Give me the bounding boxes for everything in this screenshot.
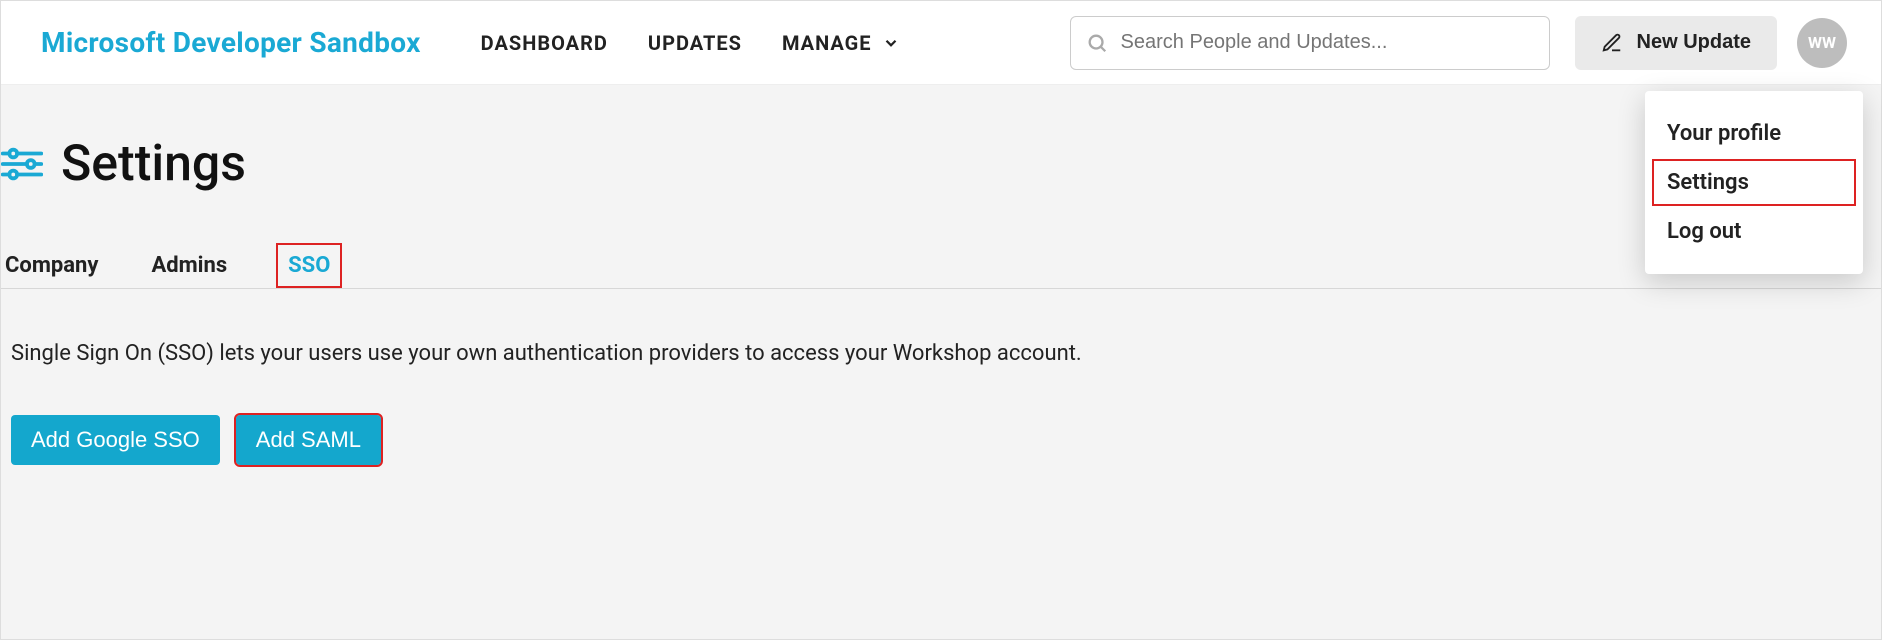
nav-dashboard[interactable]: DASHBOARD	[481, 31, 608, 55]
nav-manage[interactable]: MANAGE	[782, 31, 900, 55]
search-input[interactable]	[1070, 16, 1550, 70]
settings-tabs: Company Admins SSO	[1, 243, 1881, 289]
page-title-row: Settings	[1, 85, 1881, 223]
dropdown-your-profile[interactable]: Your profile	[1645, 109, 1863, 158]
brand-link[interactable]: Microsoft Developer Sandbox	[41, 26, 421, 59]
nav-manage-label: MANAGE	[782, 31, 872, 55]
sso-section: Single Sign On (SSO) lets your users use…	[1, 289, 1881, 465]
pen-icon	[1601, 32, 1623, 54]
search-wrap	[1070, 16, 1550, 70]
content: Settings Company Admins SSO Single Sign …	[1, 85, 1881, 465]
new-update-label: New Update	[1637, 31, 1751, 54]
tab-admins[interactable]: Admins	[147, 243, 231, 288]
sso-description: Single Sign On (SSO) lets your users use…	[11, 339, 1871, 370]
sso-button-row: Add Google SSO Add SAML	[11, 415, 1871, 465]
add-google-sso-button[interactable]: Add Google SSO	[11, 415, 220, 465]
tab-company[interactable]: Company	[1, 243, 102, 288]
chevron-down-icon	[882, 34, 900, 52]
avatar[interactable]: WW	[1797, 18, 1847, 68]
main-nav: DASHBOARD UPDATES MANAGE	[481, 31, 900, 55]
dropdown-log-out[interactable]: Log out	[1645, 207, 1863, 256]
add-saml-button[interactable]: Add SAML	[236, 415, 381, 465]
dropdown-settings[interactable]: Settings	[1651, 158, 1857, 207]
user-dropdown: Your profile Settings Log out	[1645, 91, 1863, 274]
new-update-button[interactable]: New Update	[1575, 16, 1777, 70]
settings-sliders-icon	[1, 143, 43, 185]
page-title: Settings	[61, 135, 246, 193]
tab-sso[interactable]: SSO	[276, 243, 342, 288]
search-icon	[1086, 32, 1108, 54]
topbar: Microsoft Developer Sandbox DASHBOARD UP…	[1, 1, 1881, 85]
nav-updates[interactable]: UPDATES	[648, 31, 742, 55]
